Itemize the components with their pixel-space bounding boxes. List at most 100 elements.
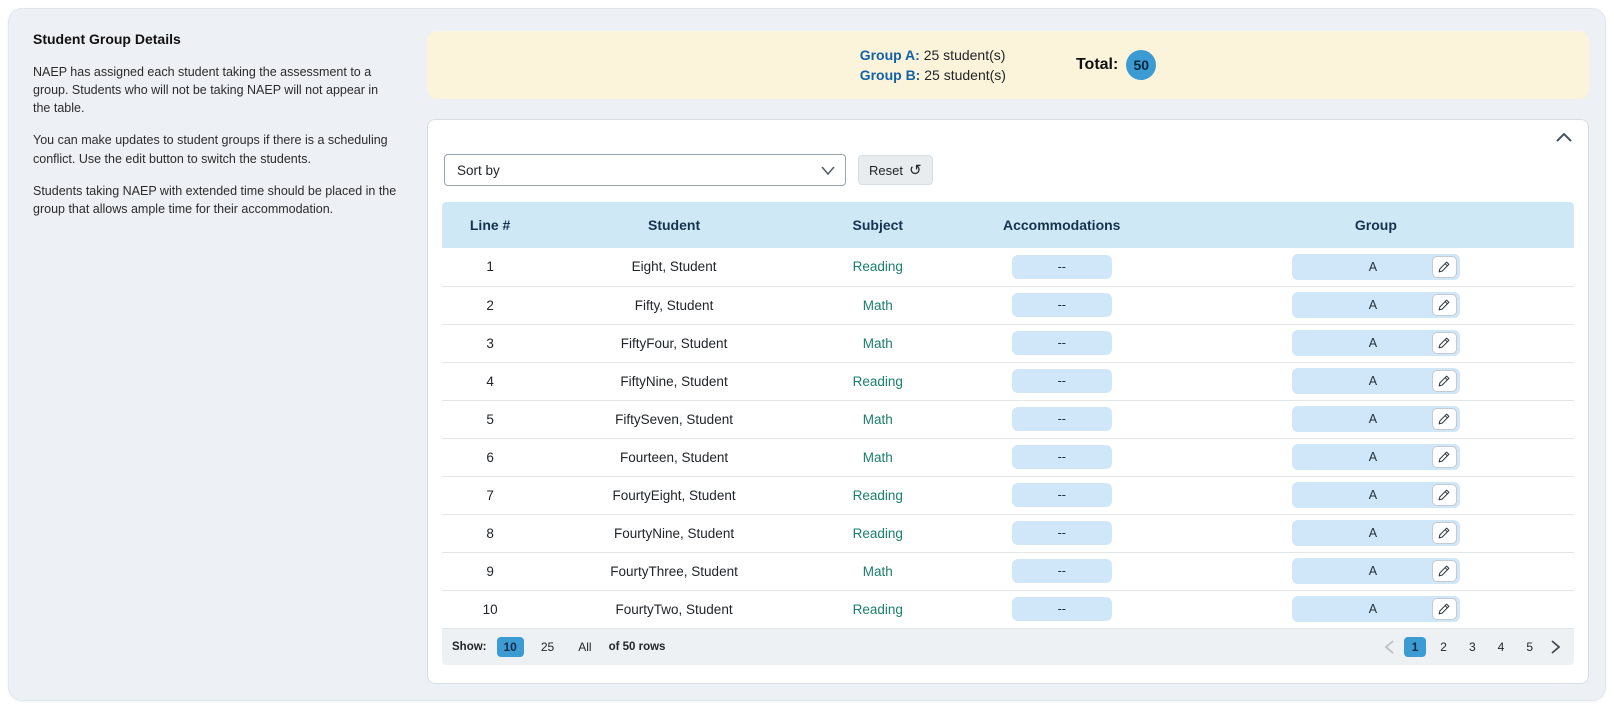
cell-accommodations: --	[946, 286, 1178, 324]
header-group: Group	[1178, 202, 1574, 248]
edit-group-button[interactable]	[1432, 484, 1457, 506]
cell-subject: Reading	[810, 514, 946, 552]
group-a-label: Group A:	[860, 47, 920, 63]
sidebar-paragraph-1: NAEP has assigned each student taking th…	[33, 63, 397, 117]
cell-subject: Math	[810, 286, 946, 324]
cell-line: 7	[442, 476, 538, 514]
cell-group: A	[1178, 438, 1574, 476]
sidebar: Student Group Details NAEP has assigned …	[9, 9, 421, 700]
edit-group-button[interactable]	[1432, 370, 1457, 392]
cell-student: FiftySeven, Student	[538, 400, 810, 438]
group-control: A	[1292, 330, 1460, 356]
chevron-right-icon	[1551, 640, 1560, 654]
header-subject: Subject	[810, 202, 946, 248]
cell-subject: Math	[810, 552, 946, 590]
cell-subject: Math	[810, 438, 946, 476]
cell-line: 4	[442, 362, 538, 400]
edit-group-button[interactable]	[1432, 332, 1457, 354]
chevron-up-icon	[1556, 132, 1572, 142]
group-control: A	[1292, 558, 1460, 584]
total-badge: 50	[1126, 50, 1156, 80]
sort-by-select[interactable]: Sort by	[444, 154, 846, 186]
edit-group-button[interactable]	[1432, 294, 1457, 316]
accommodations-pill: --	[1012, 597, 1112, 621]
accommodations-pill: --	[1012, 445, 1112, 469]
table-row: 10 FourtyTwo, Student Reading -- A	[442, 590, 1574, 628]
edit-group-button[interactable]	[1432, 560, 1457, 582]
cell-student: FiftyFour, Student	[538, 324, 810, 362]
page-size-all[interactable]: All	[571, 637, 598, 657]
cell-student: FourtyThree, Student	[538, 552, 810, 590]
group-control: A	[1292, 596, 1460, 622]
group-control: A	[1292, 254, 1460, 280]
page-button-5[interactable]: 5	[1518, 637, 1541, 657]
group-b-count: Group B: 25 student(s)	[860, 67, 1006, 83]
page-size-10[interactable]: 10	[497, 637, 524, 657]
cell-line: 8	[442, 514, 538, 552]
group-b-value: 25 student(s)	[924, 67, 1006, 83]
next-page-button[interactable]	[1547, 638, 1564, 656]
reset-icon: ↻	[909, 163, 922, 178]
cell-group: A	[1178, 514, 1574, 552]
cell-group: A	[1178, 476, 1574, 514]
edit-group-button[interactable]	[1432, 408, 1457, 430]
page-button-2[interactable]: 2	[1432, 637, 1455, 657]
edit-group-button[interactable]	[1432, 522, 1457, 544]
page: Student Group Details NAEP has assigned …	[0, 0, 1614, 709]
cell-group: A	[1178, 590, 1574, 628]
table-header-row: Line # Student Subject Accommodations Gr…	[442, 202, 1574, 248]
cell-accommodations: --	[946, 514, 1178, 552]
cell-accommodations: --	[946, 438, 1178, 476]
accommodations-pill: --	[1012, 369, 1112, 393]
page-button-4[interactable]: 4	[1490, 637, 1513, 657]
students-table: Line # Student Subject Accommodations Gr…	[442, 202, 1574, 629]
chevron-down-icon	[821, 166, 835, 175]
cell-line: 6	[442, 438, 538, 476]
page-size-25[interactable]: 25	[534, 637, 561, 657]
cell-student: FiftyNine, Student	[538, 362, 810, 400]
accommodations-pill: --	[1012, 483, 1112, 507]
edit-group-button[interactable]	[1432, 598, 1457, 620]
page-button-1[interactable]: 1	[1404, 637, 1427, 657]
accommodations-pill: --	[1012, 293, 1112, 317]
cell-group: A	[1178, 324, 1574, 362]
table-row: 7 FourtyEight, Student Reading -- A	[442, 476, 1574, 514]
prev-page-button[interactable]	[1381, 638, 1398, 656]
cell-subject: Reading	[810, 362, 946, 400]
cell-student: Fifty, Student	[538, 286, 810, 324]
cell-student: Eight, Student	[538, 248, 810, 286]
cell-accommodations: --	[946, 362, 1178, 400]
cell-line: 1	[442, 248, 538, 286]
pencil-icon	[1438, 375, 1450, 387]
group-control: A	[1292, 292, 1460, 318]
group-counts: Group A: 25 student(s) Group B: 25 stude…	[860, 47, 1006, 83]
page-size-controls: Show: 10 25 All of 50 rows	[452, 637, 665, 657]
cell-line: 2	[442, 286, 538, 324]
cell-accommodations: --	[946, 552, 1178, 590]
cell-group: A	[1178, 400, 1574, 438]
collapse-panel-button[interactable]	[1552, 128, 1576, 146]
pencil-icon	[1438, 413, 1450, 425]
pencil-icon	[1438, 527, 1450, 539]
cell-accommodations: --	[946, 324, 1178, 362]
pencil-icon	[1438, 565, 1450, 577]
edit-group-button[interactable]	[1432, 256, 1457, 278]
table-panel: Sort by Reset ↻ Line # S	[427, 119, 1589, 684]
reset-button[interactable]: Reset ↻	[858, 155, 933, 185]
student-group-details-card: Student Group Details NAEP has assigned …	[8, 8, 1606, 701]
table-row: 9 FourtyThree, Student Math -- A	[442, 552, 1574, 590]
pencil-icon	[1438, 603, 1450, 615]
cell-line: 10	[442, 590, 538, 628]
group-b-label: Group B:	[860, 67, 921, 83]
cell-student: Fourteen, Student	[538, 438, 810, 476]
table-row: 4 FiftyNine, Student Reading -- A	[442, 362, 1574, 400]
table-row: 1 Eight, Student Reading -- A	[442, 248, 1574, 286]
page-title: Student Group Details	[33, 31, 397, 47]
header-student: Student	[538, 202, 810, 248]
page-button-3[interactable]: 3	[1461, 637, 1484, 657]
total-count: Total: 50	[1076, 50, 1156, 80]
header-line: Line #	[442, 202, 538, 248]
table-row: 3 FiftyFour, Student Math -- A	[442, 324, 1574, 362]
cell-subject: Math	[810, 400, 946, 438]
edit-group-button[interactable]	[1432, 446, 1457, 468]
